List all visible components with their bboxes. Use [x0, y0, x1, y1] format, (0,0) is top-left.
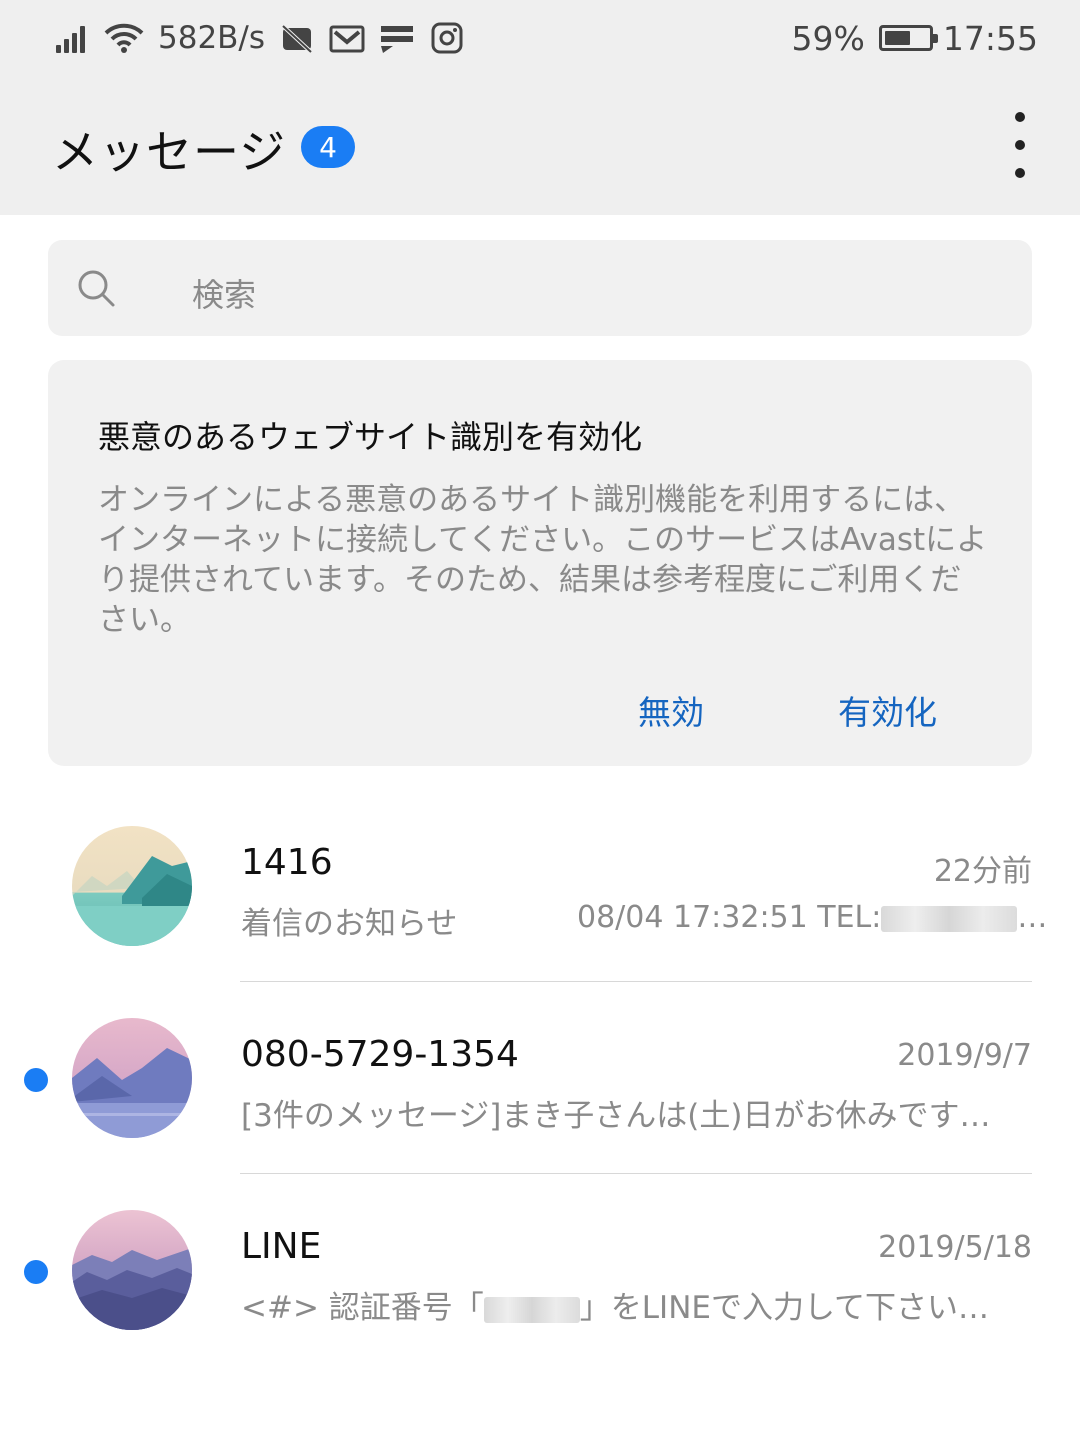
preview-ellipsis: … — [1017, 900, 1048, 935]
unread-indicator — [24, 1068, 48, 1092]
conversation-item[interactable]: LINE 2019/5/18 <#> 認証番号「 」をLINEで入力して下さい… — [0, 1174, 1080, 1366]
mail-icon — [329, 22, 365, 54]
redacted-block — [881, 905, 1018, 932]
avatar — [72, 1018, 192, 1138]
status-bar: 582B/s 59% 17:55 — [0, 0, 1080, 78]
search-input[interactable]: 検索 — [48, 240, 1032, 336]
more-options-button[interactable] — [1000, 112, 1040, 178]
battery-fill — [884, 31, 910, 45]
conversation-item[interactable]: 1416 22分前 着信のお知らせ 08/04 17:32:51 TEL: … — [0, 790, 1080, 982]
avatar — [72, 826, 192, 946]
avatar — [72, 1210, 192, 1330]
message-preview: 着信のお知らせ — [241, 906, 458, 942]
sender-name: 080-5729-1354 — [241, 1034, 519, 1075]
app-header: メッセージ 4 — [0, 78, 1080, 215]
message-preview-detail: 08/04 17:32:51 TEL: … — [577, 900, 1047, 935]
search-placeholder: 検索 — [192, 276, 257, 314]
message-date: 2019/5/18 — [878, 1230, 1032, 1265]
message-date: 2019/9/7 — [897, 1038, 1032, 1073]
battery-percent: 59% — [791, 18, 865, 58]
message-preview: <#> 認証番号「 」をLINEで入力して下さい… — [241, 1282, 989, 1327]
preview-prefix: <#> 認証番号「 — [241, 1290, 484, 1326]
page-title: メッセージ — [52, 125, 287, 179]
signal-icon — [56, 23, 90, 53]
clock: 17:55 — [942, 18, 1038, 58]
conversation-item[interactable]: 080-5729-1354 2019/9/7 [3件のメッセージ]まき子さんは(… — [0, 982, 1080, 1174]
chat-icon — [379, 22, 415, 54]
instagram-icon — [429, 22, 465, 54]
enable-button[interactable]: 有効化 — [838, 686, 937, 734]
malicious-site-detection-card: 悪意のあるウェブサイト識別を有効化 オンラインによる悪意のあるサイト識別機能を利… — [48, 360, 1032, 766]
message-preview: [3件のメッセージ]まき子さんは(土)日がお休みです… — [241, 1098, 991, 1134]
preview-detail-text: 08/04 17:32:51 TEL: — [577, 900, 882, 935]
unread-indicator — [24, 1260, 48, 1284]
network-speed: 582B/s — [158, 20, 266, 56]
card-title: 悪意のあるウェブサイト識別を有効化 — [98, 418, 643, 456]
more-vertical-icon — [1015, 112, 1025, 122]
preview-suffix: 」をLINEで入力して下さい… — [579, 1290, 990, 1326]
status-left: 582B/s — [56, 16, 465, 60]
battery-icon — [878, 25, 938, 51]
sender-name: LINE — [241, 1226, 322, 1267]
notification-muted-icon — [279, 22, 315, 54]
unread-count-badge: 4 — [301, 126, 355, 168]
disable-button[interactable]: 無効 — [638, 686, 704, 734]
card-body: オンラインによる悪意のあるサイト識別機能を利用するには、インターネットに接続して… — [98, 482, 988, 638]
sender-name: 1416 — [241, 842, 333, 883]
search-icon — [78, 270, 115, 307]
message-date: 22分前 — [933, 854, 1032, 889]
redacted-block — [483, 1296, 580, 1323]
wifi-icon — [104, 22, 144, 54]
status-right: 59% 17:55 — [792, 16, 1038, 60]
